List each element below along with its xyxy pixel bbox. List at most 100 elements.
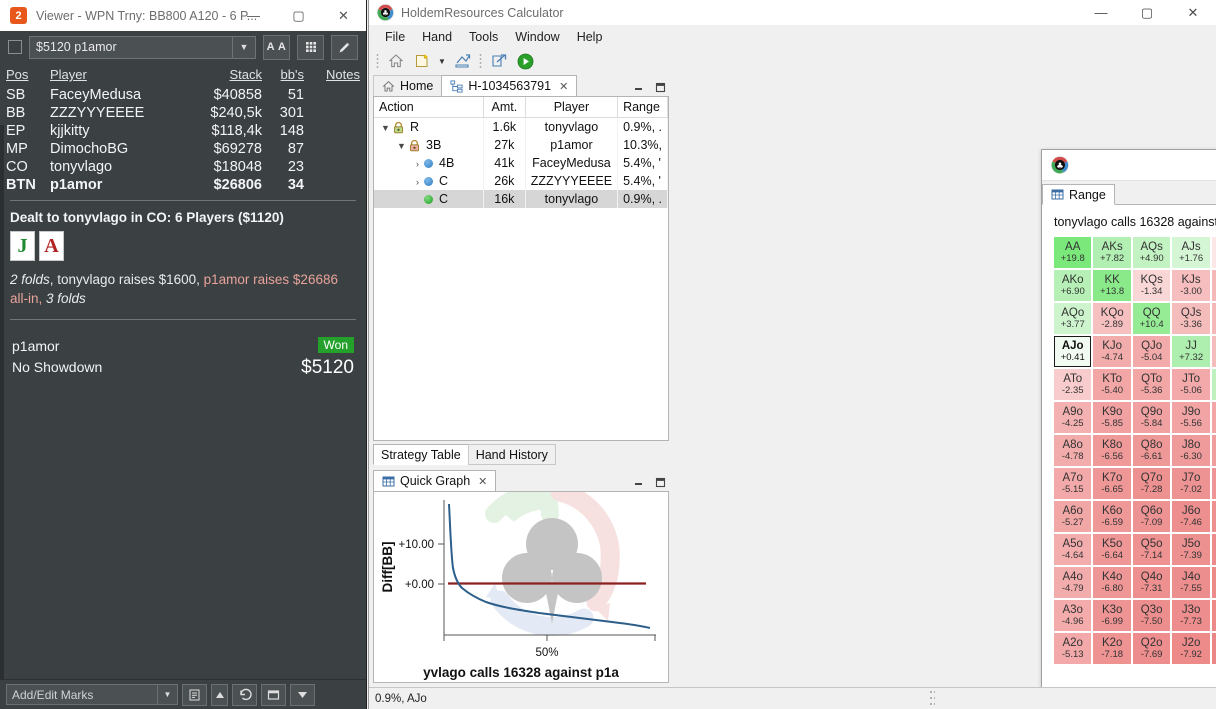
window-icon[interactable] xyxy=(261,683,286,706)
quick-graph-minimize-icon[interactable] xyxy=(631,475,645,489)
range-cell[interactable]: J6o -7.46 xyxy=(1172,501,1210,532)
range-cell[interactable]: TT+4.90 xyxy=(1211,369,1216,400)
range-cell[interactable]: A8o -4.78 xyxy=(1054,435,1092,466)
range-cell[interactable]: KQs -1.34 xyxy=(1132,270,1171,301)
tree-row[interactable]: › C 26k ZZZYYYEEEE 5.4%, ' xyxy=(374,172,668,190)
range-cell[interactable]: AJs +1.76 xyxy=(1172,237,1210,268)
down-arrow-icon[interactable] xyxy=(290,683,315,706)
range-cell[interactable]: KTo -5.40 xyxy=(1093,369,1131,400)
range-cell[interactable]: J5o -7.39 xyxy=(1172,534,1210,565)
table-row[interactable]: BTN p1amor $26806 34 xyxy=(0,176,366,194)
range-cell[interactable]: QTs-3.67 xyxy=(1211,303,1216,334)
range-cell[interactable]: Q8o -6.61 xyxy=(1132,435,1171,466)
col-player[interactable]: Player xyxy=(44,65,186,86)
tree-twisty-icon[interactable]: ▼ xyxy=(379,123,392,133)
grid-icon[interactable] xyxy=(297,34,324,60)
range-cell[interactable]: JTs-3.40 xyxy=(1211,336,1216,367)
range-cell[interactable]: Q7o -7.28 xyxy=(1132,468,1171,499)
editor-maximize-icon[interactable] xyxy=(653,80,667,94)
hand-select-input[interactable] xyxy=(30,39,255,55)
range-cell[interactable]: AQs +4.90 xyxy=(1132,237,1171,268)
tree-row[interactable]: C 16k tonyvlago 0.9%, . xyxy=(374,190,668,208)
chevron-down-icon[interactable]: ▼ xyxy=(157,685,177,704)
tab-hand[interactable]: H-1034563791 ✕ xyxy=(441,75,578,96)
editor-minimize-icon[interactable] xyxy=(631,80,645,94)
range-cell[interactable]: A3o -4.96 xyxy=(1054,600,1092,631)
range-cell[interactable]: AKo +6.90 xyxy=(1054,270,1092,301)
range-cell[interactable]: J9o -5.56 xyxy=(1172,402,1210,433)
col-stack[interactable]: Stack xyxy=(186,65,268,86)
table-row[interactable]: SB FaceyMedusa $40858 51 xyxy=(0,86,366,104)
table-row[interactable]: BB ZZZYYYEEEE $240,5k 301 xyxy=(0,104,366,122)
range-cell[interactable]: J4o -7.55 xyxy=(1172,567,1210,598)
range-matrix[interactable]: AA+19.8AKs+7.82AQs+4.90AJs+1.76ATs-0.81A… xyxy=(1042,237,1216,664)
tree-col-amt[interactable]: Amt. xyxy=(483,97,526,118)
range-cell[interactable]: K5o -6.64 xyxy=(1093,534,1131,565)
tree-row[interactable]: ▼ 3B 27k p1amor 10.3%, xyxy=(374,136,668,154)
range-cell[interactable]: AQo +3.77 xyxy=(1054,303,1092,334)
tree-col-player[interactable]: Player xyxy=(525,97,619,118)
range-cell[interactable]: QQ +10.4 xyxy=(1132,303,1171,334)
col-pos[interactable]: Pos xyxy=(0,65,44,86)
tree-twisty-icon[interactable]: › xyxy=(411,177,424,187)
range-cell[interactable]: A4o -4.79 xyxy=(1054,567,1092,598)
table-row[interactable]: EP kjjkitty $118,4k 148 xyxy=(0,122,366,140)
hrc-maximize-button[interactable]: ▢ xyxy=(1124,0,1170,25)
range-cell[interactable]: A7o -5.15 xyxy=(1054,468,1092,499)
range-cell[interactable]: Q6o -7.09 xyxy=(1132,501,1171,532)
tree-cell-action[interactable]: › 4B xyxy=(374,154,484,172)
pencil-icon[interactable] xyxy=(331,34,358,60)
range-cell[interactable]: T2o-8.27 xyxy=(1211,633,1216,664)
tab-hand-history[interactable]: Hand History xyxy=(467,444,556,465)
menu-hand[interactable]: Hand xyxy=(414,27,460,47)
new-document-icon[interactable] xyxy=(410,50,434,72)
range-cell[interactable]: J3o -7.73 xyxy=(1172,600,1210,631)
viewer-maximize-button[interactable]: ▢ xyxy=(276,0,321,31)
tree-cell-action[interactable]: ▼ R xyxy=(374,117,484,136)
close-icon[interactable]: ✕ xyxy=(478,475,487,488)
range-cell[interactable]: T9o-5.37 xyxy=(1211,402,1216,433)
range-cell[interactable]: QTo -5.36 xyxy=(1132,369,1171,400)
range-cell[interactable]: KK +13.8 xyxy=(1093,270,1131,301)
menu-help[interactable]: Help xyxy=(569,27,611,47)
undo-icon[interactable] xyxy=(232,683,257,706)
range-cell[interactable]: T8o-6.11 xyxy=(1211,435,1216,466)
range-cell[interactable]: K3o -6.99 xyxy=(1093,600,1131,631)
range-cell[interactable]: JTo -5.06 xyxy=(1172,369,1210,400)
marks-combo[interactable]: Add/Edit Marks ▼ xyxy=(6,684,178,705)
tree-twisty-icon[interactable]: › xyxy=(411,159,424,169)
import-icon[interactable] xyxy=(450,50,474,72)
up-arrow-icon[interactable] xyxy=(211,683,228,706)
tree-col-range[interactable]: Range xyxy=(617,97,668,118)
range-cell[interactable]: T4o-7.89 xyxy=(1211,567,1216,598)
range-cell[interactable]: T6o-7.31 xyxy=(1211,501,1216,532)
range-cell[interactable]: A9o -4.25 xyxy=(1054,402,1092,433)
range-cell[interactable]: Q9o -5.84 xyxy=(1132,402,1171,433)
font-size-button[interactable]: A A xyxy=(263,34,290,60)
lock-red-icon[interactable] xyxy=(408,139,422,152)
tree-col-action[interactable]: Action xyxy=(374,97,484,118)
range-cell[interactable]: K9o -5.85 xyxy=(1093,402,1131,433)
note-icon[interactable] xyxy=(182,683,207,706)
menu-window[interactable]: Window xyxy=(507,27,567,47)
tree-cell-action[interactable]: ▼ 3B xyxy=(374,136,484,154)
close-icon[interactable]: ✕ xyxy=(559,80,568,93)
tab-quick-graph[interactable]: Quick Graph ✕ xyxy=(373,470,497,491)
home-icon[interactable] xyxy=(384,50,408,72)
lock-green-icon[interactable] xyxy=(392,121,406,134)
chevron-down-icon[interactable]: ▼ xyxy=(232,36,255,58)
quick-graph-maximize-icon[interactable] xyxy=(653,475,667,489)
range-cell[interactable]: T5o-7.86 xyxy=(1211,534,1216,565)
hrc-minimize-button[interactable]: — xyxy=(1078,0,1124,25)
range-cell[interactable]: T3o-8.08 xyxy=(1211,600,1216,631)
range-cell[interactable]: QJs -3.36 xyxy=(1172,303,1210,334)
range-cell[interactable]: QJo -5.04 xyxy=(1132,336,1171,367)
range-cell[interactable]: KJs -3.00 xyxy=(1172,270,1210,301)
range-cell[interactable]: AA +19.8 xyxy=(1054,237,1092,268)
col-bbs[interactable]: bb's xyxy=(268,65,310,86)
range-cell[interactable]: J2o -7.92 xyxy=(1172,633,1210,664)
export-icon[interactable] xyxy=(487,50,511,72)
range-cell[interactable]: K4o -6.80 xyxy=(1093,567,1131,598)
range-cell[interactable]: Q5o -7.14 xyxy=(1132,534,1171,565)
range-cell[interactable]: A5o -4.64 xyxy=(1054,534,1092,565)
